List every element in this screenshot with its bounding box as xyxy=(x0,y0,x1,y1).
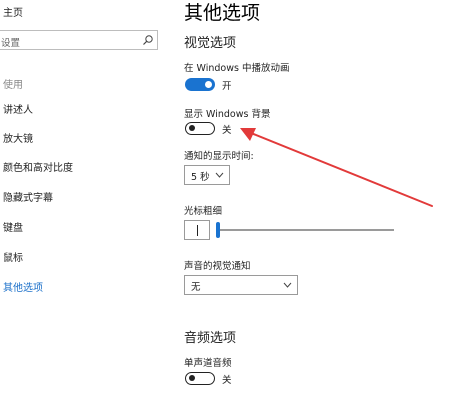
annotation-arrow xyxy=(240,128,433,207)
